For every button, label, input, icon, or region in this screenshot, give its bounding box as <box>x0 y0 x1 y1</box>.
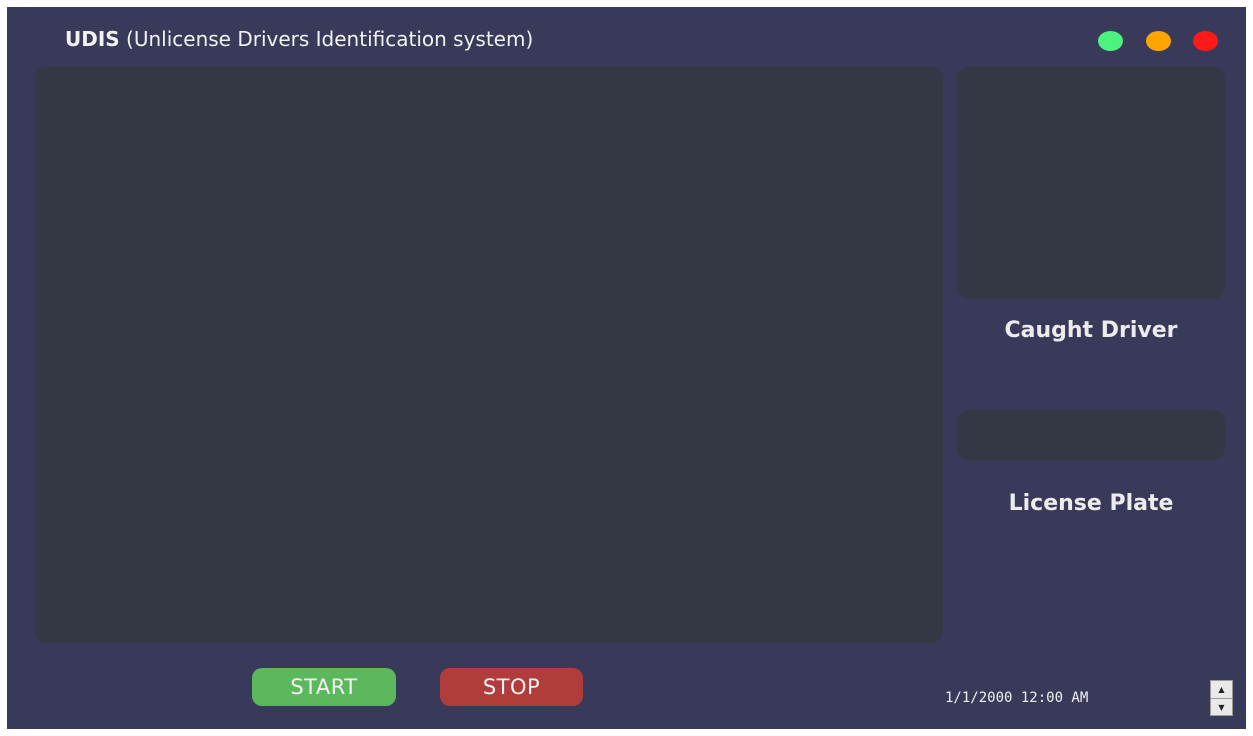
stop-button[interactable]: STOP <box>440 668 583 706</box>
datetime-picker-value[interactable]: 1/1/2000 12:00 AM <box>945 690 1088 706</box>
license-plate-label: License Plate <box>1008 491 1174 516</box>
green-dot-button[interactable] <box>1098 31 1123 51</box>
caught-driver-image <box>957 67 1225 299</box>
window-title: UDIS (Unlicense Drivers Identification s… <box>65 27 533 51</box>
datetime-spinner[interactable]: ▲ ▼ <box>1210 680 1233 716</box>
app-title-full: (Unlicense Drivers Identification system… <box>119 27 534 51</box>
app-title-abbrev: UDIS <box>65 27 120 51</box>
caught-driver-label: Caught Driver <box>1004 318 1178 343</box>
start-button[interactable]: START <box>252 668 396 706</box>
orange-dot-button[interactable] <box>1146 31 1171 51</box>
app-window: UDIS (Unlicense Drivers Identification s… <box>7 7 1246 729</box>
license-plate-display <box>957 410 1225 460</box>
red-dot-button[interactable] <box>1193 31 1218 51</box>
spinner-down-icon[interactable]: ▼ <box>1211 699 1232 716</box>
spinner-up-icon[interactable]: ▲ <box>1211 681 1232 699</box>
video-feed-panel <box>35 67 943 643</box>
